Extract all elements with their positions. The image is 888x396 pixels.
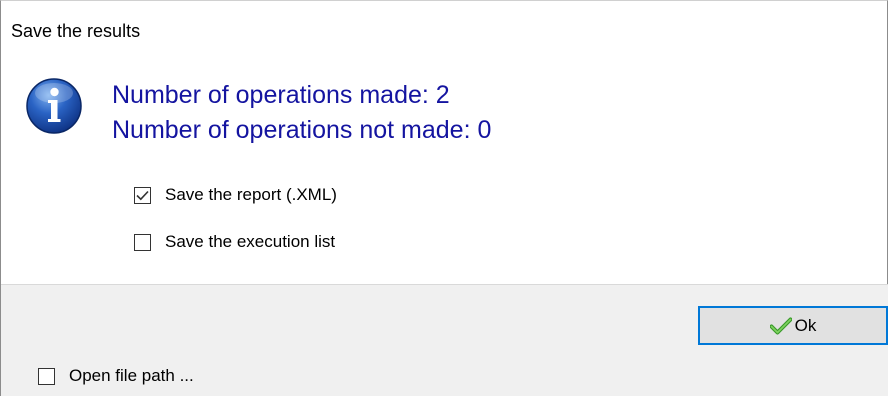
save-execution-list-option[interactable]: Save the execution list xyxy=(134,232,335,252)
open-file-path-label: Open file path ... xyxy=(69,366,194,385)
open-file-path-option[interactable]: Open file path ... xyxy=(38,366,194,386)
save-report-label: Save the report (.XML) xyxy=(165,185,337,204)
info-icon xyxy=(26,78,82,134)
save-execution-list-checkbox[interactable] xyxy=(134,233,151,251)
operations-not-made-text: Number of operations not made: 0 xyxy=(112,116,492,144)
save-report-option[interactable]: Save the report (.XML) xyxy=(134,185,337,205)
open-file-path-checkbox[interactable] xyxy=(38,367,55,385)
ok-button[interactable]: Ok xyxy=(698,306,888,345)
check-icon xyxy=(769,317,792,334)
save-report-checkbox[interactable] xyxy=(134,186,151,204)
save-results-dialog: Save the results Number of operations ma… xyxy=(0,0,888,396)
save-execution-list-label: Save the execution list xyxy=(165,232,336,251)
dialog-footer: Ok Open file path ... xyxy=(1,284,888,396)
dialog-title: Save the results xyxy=(11,21,141,41)
checkmark-icon xyxy=(136,190,149,200)
ok-button-label: Ok xyxy=(794,315,817,335)
operations-made-text: Number of operations made: 2 xyxy=(112,81,450,109)
